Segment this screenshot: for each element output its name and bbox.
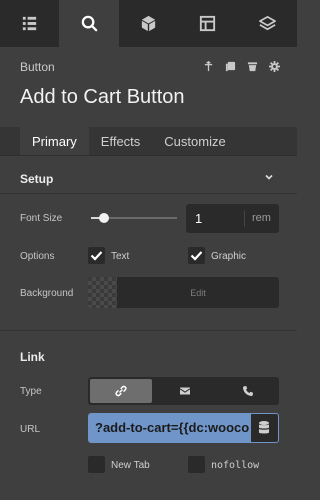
font-size-value: 1 — [195, 211, 203, 226]
toolbar-search-button[interactable] — [59, 0, 119, 47]
layers-icon — [258, 15, 276, 31]
input-separator — [244, 210, 245, 227]
gear-icon[interactable] — [269, 61, 280, 72]
nofollow-label: nofollow — [211, 460, 260, 471]
link-type-url[interactable] — [90, 379, 153, 403]
toolbar-elements-button[interactable] — [119, 0, 178, 47]
copy-icon[interactable] — [225, 61, 236, 72]
search-icon — [81, 15, 97, 32]
section-divider — [0, 193, 297, 194]
move-icon[interactable] — [203, 61, 214, 72]
cube-icon — [141, 15, 156, 32]
background-picker[interactable]: Edit — [88, 277, 279, 308]
tab-effects[interactable]: Effects — [89, 127, 153, 155]
link-type-phone[interactable] — [217, 377, 279, 405]
phone-icon — [242, 386, 253, 396]
new-tab-checkbox[interactable] — [88, 456, 105, 473]
background-label: Background — [20, 288, 74, 299]
element-title: Add to Cart Button — [20, 86, 185, 108]
toolbar-layout-button[interactable] — [178, 0, 237, 47]
type-label: Type — [20, 386, 42, 397]
text-checkbox-label: Text — [111, 251, 130, 262]
chevron-down-icon[interactable] — [264, 172, 274, 182]
section-title-setup[interactable]: Setup — [20, 172, 53, 186]
layout-icon — [200, 15, 216, 32]
options-label: Options — [20, 251, 55, 262]
checkmark-icon — [90, 251, 103, 261]
top-toolbar — [0, 0, 297, 47]
tab-divider — [0, 155, 297, 156]
trash-icon[interactable] — [247, 61, 258, 72]
graphic-checkbox-label: Graphic — [211, 251, 247, 262]
url-input[interactable]: ?add-to-cart={{dc:woocomm — [88, 413, 279, 443]
font-size-unit[interactable]: rem — [252, 212, 271, 224]
element-type-label: Button — [20, 60, 55, 74]
section-title-link[interactable]: Link — [20, 350, 45, 364]
header-actions — [203, 61, 280, 72]
url-value[interactable]: ?add-to-cart={{dc:woocomm — [95, 420, 249, 435]
database-icon[interactable] — [257, 420, 271, 436]
font-size-input[interactable]: 1 rem — [186, 204, 279, 233]
graphic-checkbox[interactable] — [188, 247, 205, 264]
list-icon — [23, 16, 37, 31]
background-edit-button[interactable]: Edit — [117, 277, 279, 308]
transparency-swatch[interactable] — [88, 277, 117, 308]
toolbar-layers-button[interactable] — [238, 0, 297, 47]
mail-icon — [180, 387, 191, 395]
tab-bar: Primary Effects Customize — [20, 127, 238, 155]
link-icon — [115, 385, 127, 397]
new-tab-label: New Tab — [111, 460, 150, 471]
text-checkbox[interactable] — [88, 247, 105, 264]
section-divider — [0, 330, 297, 331]
font-size-label: Font Size — [20, 213, 63, 224]
link-type-email[interactable] — [154, 377, 216, 405]
font-size-slider-handle[interactable] — [99, 213, 109, 223]
checkmark-icon — [190, 251, 203, 261]
link-type-selector — [88, 377, 279, 405]
tab-customize[interactable]: Customize — [152, 127, 237, 155]
tab-primary[interactable]: Primary — [20, 127, 89, 155]
url-label: URL — [20, 424, 41, 435]
toolbar-list-button[interactable] — [0, 0, 59, 47]
nofollow-checkbox[interactable] — [188, 456, 205, 473]
